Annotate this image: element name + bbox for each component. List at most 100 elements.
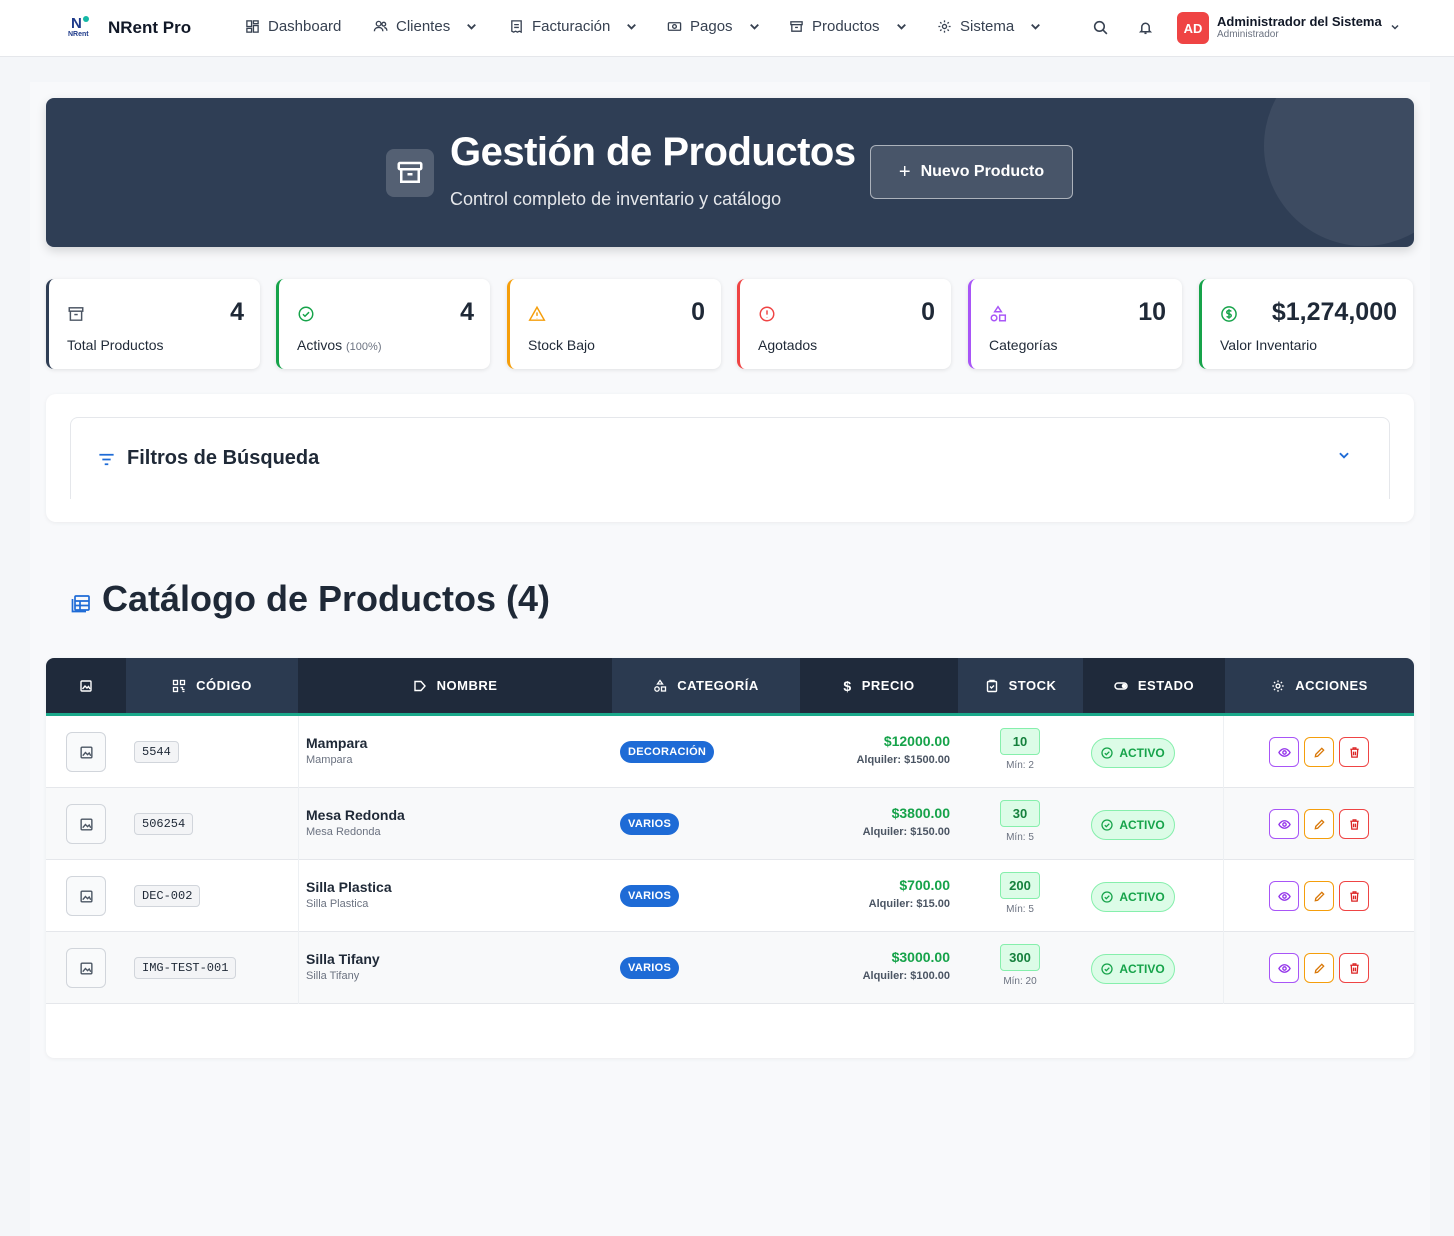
- eye-icon: [1277, 819, 1291, 829]
- search-icon[interactable]: [1092, 19, 1109, 36]
- edit-button[interactable]: [1304, 809, 1334, 839]
- dashboard-icon: [246, 20, 259, 33]
- product-price: $12000.00: [883, 733, 950, 749]
- image-icon: [79, 889, 93, 903]
- chevron-down-icon[interactable]: [1389, 21, 1401, 33]
- check-circle-icon: [1101, 963, 1113, 975]
- edit-button[interactable]: [1304, 881, 1334, 911]
- product-image-placeholder[interactable]: [66, 948, 106, 988]
- check-circle-icon: [1101, 747, 1113, 759]
- product-image-placeholder[interactable]: [66, 876, 106, 916]
- stat-value: 10: [1138, 298, 1166, 326]
- col-categoria[interactable]: CATEGORÍA: [612, 658, 800, 713]
- dollar-circle-icon: [1221, 306, 1237, 322]
- edit-button[interactable]: [1304, 737, 1334, 767]
- eye-icon: [1277, 747, 1291, 757]
- stock-count: 10: [1000, 728, 1040, 755]
- stat-card-categorias: 10 Categorías: [968, 279, 1182, 369]
- bell-icon[interactable]: [1137, 19, 1154, 36]
- filters-card: Filtros de Búsqueda: [46, 394, 1414, 522]
- col-image[interactable]: [46, 658, 126, 713]
- product-image-placeholder[interactable]: [66, 804, 106, 844]
- nav-item-pagos[interactable]: Pagos: [667, 18, 762, 35]
- users-icon: [373, 20, 388, 32]
- pencil-icon: [1313, 890, 1325, 902]
- brand[interactable]: N NRent NRent Pro: [66, 14, 191, 42]
- dollar-icon: $: [843, 677, 852, 694]
- delete-button[interactable]: [1339, 953, 1369, 983]
- col-estado[interactable]: ESTADO: [1083, 658, 1225, 713]
- products-table: CÓDIGO NOMBRE CATEGORÍA $ PRECIO STOCK E…: [46, 658, 1414, 1058]
- col-acciones[interactable]: ACCIONES: [1225, 658, 1414, 713]
- stat-label: Activos (100%): [297, 337, 382, 353]
- table-row[interactable]: IMG-TEST-001 Silla Tifany Silla Tifany V…: [46, 932, 1414, 1004]
- status-badge: ACTIVO: [1091, 954, 1175, 984]
- nav-label: Dashboard: [268, 18, 342, 35]
- avatar[interactable]: AD: [1177, 12, 1209, 44]
- chevron-down-icon: [896, 23, 906, 30]
- stock-minimum: Mín: 20: [1003, 976, 1037, 987]
- header-label: PRECIO: [861, 678, 915, 693]
- stat-label: Total Productos: [67, 337, 164, 353]
- image-icon: [80, 679, 92, 692]
- chevron-down-icon: [1031, 23, 1041, 30]
- stock-count: 30: [1000, 800, 1040, 827]
- nav-item-clientes[interactable]: Clientes: [373, 18, 479, 35]
- hero-banner: Gestión de Productos Control completo de…: [46, 98, 1414, 247]
- new-product-button[interactable]: + Nuevo Producto: [870, 145, 1073, 199]
- rental-price: Alquiler: $15.00: [868, 898, 950, 910]
- alert-circle-icon: [759, 306, 775, 322]
- category-badge: VARIOS: [620, 813, 680, 835]
- stat-value: 4: [230, 298, 244, 326]
- header-label: NOMBRE: [436, 678, 498, 693]
- money-icon: [667, 22, 682, 31]
- rental-price: Alquiler: $1500.00: [856, 754, 950, 766]
- view-button[interactable]: [1269, 809, 1299, 839]
- user-name[interactable]: Administrador del Sistema: [1217, 14, 1382, 29]
- warning-icon: [528, 305, 546, 321]
- nav-item-productos[interactable]: Productos: [789, 18, 909, 35]
- image-icon: [79, 961, 93, 975]
- product-code: DEC-002: [134, 885, 201, 907]
- chevron-down-icon[interactable]: [1337, 448, 1351, 462]
- nav-item-sistema[interactable]: Sistema: [937, 18, 1043, 35]
- stat-label: Agotados: [758, 337, 818, 353]
- filters-header[interactable]: Filtros de Búsqueda: [70, 417, 1390, 499]
- edit-button[interactable]: [1304, 953, 1334, 983]
- logo: N NRent: [68, 15, 89, 38]
- pencil-icon: [1313, 962, 1325, 974]
- delete-button[interactable]: [1339, 881, 1369, 911]
- product-code: IMG-TEST-001: [134, 957, 237, 979]
- page-title: Gestión de Productos: [450, 130, 856, 174]
- col-stock[interactable]: STOCK: [958, 658, 1083, 713]
- header-label: ESTADO: [1137, 678, 1195, 693]
- new-product-label: Nuevo Producto: [920, 163, 1045, 180]
- stat-label: Stock Bajo: [528, 337, 595, 353]
- stat-value: $1,274,000: [1271, 298, 1397, 326]
- delete-button[interactable]: [1339, 737, 1369, 767]
- nav-item-dashboard[interactable]: Dashboard: [245, 18, 341, 35]
- table-row[interactable]: 506254 Mesa Redonda Mesa Redonda VARIOS …: [46, 788, 1414, 860]
- plus-icon: +: [898, 160, 911, 183]
- chevron-down-icon: [749, 23, 759, 30]
- eye-icon: [1277, 963, 1291, 973]
- product-code: 5544: [134, 741, 179, 763]
- nav-item-facturacion[interactable]: Facturación: [509, 18, 639, 35]
- stock-minimum: Mín: 5: [1006, 832, 1034, 843]
- view-button[interactable]: [1269, 953, 1299, 983]
- col-codigo[interactable]: CÓDIGO: [126, 658, 298, 713]
- product-price: $700.00: [899, 877, 950, 893]
- rental-price: Alquiler: $100.00: [862, 970, 950, 982]
- qr-icon: [172, 679, 186, 692]
- view-button[interactable]: [1269, 881, 1299, 911]
- table-row[interactable]: 5544 Mampara Mampara DECORACIÓN $12000.0…: [46, 716, 1414, 788]
- chevron-down-icon: [467, 23, 477, 30]
- view-button[interactable]: [1269, 737, 1299, 767]
- table-row[interactable]: DEC-002 Silla Plastica Silla Plastica VA…: [46, 860, 1414, 932]
- user-role: Administrador: [1217, 29, 1279, 40]
- delete-button[interactable]: [1339, 809, 1369, 839]
- image-icon: [79, 745, 93, 759]
- product-image-placeholder[interactable]: [66, 732, 106, 772]
- col-precio[interactable]: $ PRECIO: [800, 658, 958, 713]
- col-nombre[interactable]: NOMBRE: [298, 658, 612, 713]
